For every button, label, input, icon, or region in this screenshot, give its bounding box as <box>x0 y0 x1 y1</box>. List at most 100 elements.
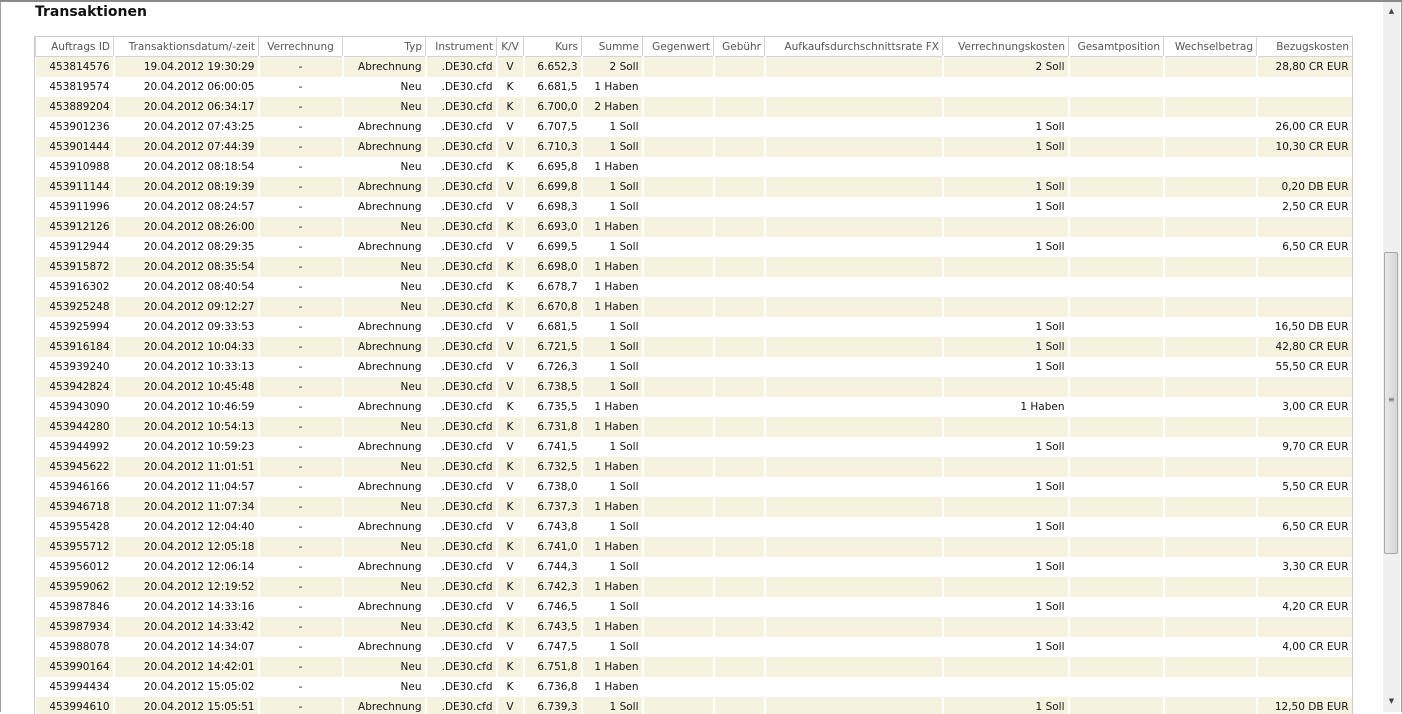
cell-exchange-amount <box>1164 457 1257 477</box>
column-header-datetime[interactable]: Transaktionsdatum/-zeit <box>114 37 259 57</box>
cell-settlement: - <box>259 357 343 377</box>
table-row[interactable]: 45391630220.04.2012 08:40:54-Neu.DE30.cf… <box>36 277 1353 297</box>
cell-exchange-amount <box>1164 637 1257 657</box>
table-row[interactable]: 45394282420.04.2012 10:45:48-Neu.DE30.cf… <box>36 377 1353 397</box>
column-header-counter-value[interactable]: Gegenwert <box>643 37 714 57</box>
table-row[interactable]: 45394671820.04.2012 11:07:34-Neu.DE30.cf… <box>36 497 1353 517</box>
table-row[interactable]: 45393924020.04.2012 10:33:13-Abrechnung.… <box>36 357 1353 377</box>
cell-order-id: 453990164 <box>36 657 114 677</box>
cell-fee <box>714 137 765 157</box>
column-header-settlement[interactable]: Verrechnung <box>259 37 343 57</box>
table-row[interactable]: 45398793420.04.2012 14:33:42-Neu.DE30.cf… <box>36 617 1353 637</box>
column-header-buy-sell[interactable]: K/V <box>497 37 524 57</box>
cell-purchase-costs <box>1257 657 1353 677</box>
cell-settlement-costs: 1 Soll <box>943 597 1069 617</box>
column-header-fee[interactable]: Gebühr <box>714 37 765 57</box>
column-header-purchase-costs[interactable]: Bezugskosten <box>1257 37 1353 57</box>
cell-datetime: 20.04.2012 10:45:48 <box>114 377 259 397</box>
table-row[interactable]: 45391294420.04.2012 08:29:35-Abrechnung.… <box>36 237 1353 257</box>
column-header-instrument[interactable]: Instrument <box>426 37 497 57</box>
table-row[interactable]: 45391587220.04.2012 08:35:54-Neu.DE30.cf… <box>36 257 1353 277</box>
table-row[interactable]: 45392524820.04.2012 09:12:27-Neu.DE30.cf… <box>36 297 1353 317</box>
table-row[interactable]: 45399443420.04.2012 15:05:02-Neu.DE30.cf… <box>36 677 1353 697</box>
table-row[interactable]: 45391114420.04.2012 08:19:39-Abrechnung.… <box>36 177 1353 197</box>
table-row[interactable]: 45399016420.04.2012 14:42:01-Neu.DE30.cf… <box>36 657 1353 677</box>
cell-datetime: 20.04.2012 10:54:13 <box>114 417 259 437</box>
cell-instrument: .DE30.cfd <box>426 377 497 397</box>
table-row[interactable]: 45381457619.04.2012 19:30:29-Abrechnung.… <box>36 57 1353 78</box>
cell-exchange-amount <box>1164 477 1257 497</box>
cell-purchase-costs: 4,20 CR EUR <box>1257 597 1353 617</box>
table-row[interactable]: 45391212620.04.2012 08:26:00-Neu.DE30.cf… <box>36 217 1353 237</box>
cell-instrument: .DE30.cfd <box>426 357 497 377</box>
column-header-exchange-amount[interactable]: Wechselbetrag <box>1164 37 1257 57</box>
vertical-scrollbar[interactable]: ▲ ≡ ▼ <box>1383 2 1400 712</box>
table-row[interactable]: 45394616620.04.2012 11:04:57-Abrechnung.… <box>36 477 1353 497</box>
cell-fee <box>714 517 765 537</box>
table-row[interactable]: 45399461020.04.2012 15:05:51-Abrechnung.… <box>36 697 1353 714</box>
column-header-rate[interactable]: Kurs <box>524 37 582 57</box>
cell-exchange-amount <box>1164 677 1257 697</box>
cell-buy-sell: K <box>497 657 524 677</box>
cell-sum: 1 Soll <box>582 437 643 457</box>
cell-sum: 1 Haben <box>582 617 643 637</box>
cell-order-id: 453955428 <box>36 517 114 537</box>
cell-counter-value <box>643 117 714 137</box>
cell-rate: 6.681,5 <box>524 77 582 97</box>
column-header-type[interactable]: Typ <box>343 37 426 57</box>
table-row[interactable]: 45390123620.04.2012 07:43:25-Abrechnung.… <box>36 117 1353 137</box>
cell-settlement: - <box>259 237 343 257</box>
table-row[interactable]: 45390144420.04.2012 07:44:39-Abrechnung.… <box>36 137 1353 157</box>
cell-instrument: .DE30.cfd <box>426 117 497 137</box>
table-row[interactable]: 45395601220.04.2012 12:06:14-Abrechnung.… <box>36 557 1353 577</box>
cell-type: Abrechnung <box>343 517 426 537</box>
column-header-sum[interactable]: Summe <box>582 37 643 57</box>
table-row[interactable]: 45391199620.04.2012 08:24:57-Abrechnung.… <box>36 197 1353 217</box>
arrow-up-icon[interactable]: ▲ <box>1383 4 1400 18</box>
column-header-order-id[interactable]: Auftrags ID <box>36 37 114 57</box>
cell-settlement-costs: 1 Soll <box>943 637 1069 657</box>
cell-purchase-costs <box>1257 577 1353 597</box>
cell-total-position <box>1069 637 1164 657</box>
cell-rate: 6.743,5 <box>524 617 582 637</box>
cell-instrument: .DE30.cfd <box>426 217 497 237</box>
table-row[interactable]: 45394428020.04.2012 10:54:13-Neu.DE30.cf… <box>36 417 1353 437</box>
cell-fee <box>714 77 765 97</box>
cell-fee <box>714 477 765 497</box>
cell-fee <box>714 457 765 477</box>
cell-instrument: .DE30.cfd <box>426 97 497 117</box>
table-row[interactable]: 45394309020.04.2012 10:46:59-Abrechnung.… <box>36 397 1353 417</box>
cell-sum: 2 Haben <box>582 97 643 117</box>
column-header-total-position[interactable]: Gesamtposition <box>1069 37 1164 57</box>
table-row[interactable]: 45381957420.04.2012 06:00:05-Neu.DE30.cf… <box>36 77 1353 97</box>
table-row[interactable]: 45391618420.04.2012 10:04:33-Abrechnung.… <box>36 337 1353 357</box>
table-row[interactable]: 45398807820.04.2012 14:34:07-Abrechnung.… <box>36 637 1353 657</box>
table-row[interactable]: 45394499220.04.2012 10:59:23-Abrechnung.… <box>36 437 1353 457</box>
table-row[interactable]: 45395542820.04.2012 12:04:40-Abrechnung.… <box>36 517 1353 537</box>
cell-instrument: .DE30.cfd <box>426 497 497 517</box>
arrow-down-icon[interactable]: ▼ <box>1383 694 1400 708</box>
column-header-avg-fx-rate[interactable]: Aufkaufsdurchschnittsrate FX <box>765 37 943 57</box>
cell-type: Neu <box>343 217 426 237</box>
scrollbar-thumb[interactable]: ≡ <box>1384 252 1398 554</box>
cell-total-position <box>1069 537 1164 557</box>
cell-order-id: 453988078 <box>36 637 114 657</box>
column-header-settlement-costs[interactable]: Verrechnungskosten <box>943 37 1069 57</box>
table-row[interactable]: 45391098820.04.2012 08:18:54-Neu.DE30.cf… <box>36 157 1353 177</box>
table-row[interactable]: 45394562220.04.2012 11:01:51-Neu.DE30.cf… <box>36 457 1353 477</box>
table-row[interactable]: 45395906220.04.2012 12:19:52-Neu.DE30.cf… <box>36 577 1353 597</box>
table-row[interactable]: 45395571220.04.2012 12:05:18-Neu.DE30.cf… <box>36 537 1353 557</box>
table-row[interactable]: 45392599420.04.2012 09:33:53-Abrechnung.… <box>36 317 1353 337</box>
cell-order-id: 453901444 <box>36 137 114 157</box>
cell-settlement: - <box>259 197 343 217</box>
cell-order-id: 453944280 <box>36 417 114 437</box>
table-row[interactable]: 45398784620.04.2012 14:33:16-Abrechnung.… <box>36 597 1353 617</box>
cell-rate: 6.731,8 <box>524 417 582 437</box>
cell-instrument: .DE30.cfd <box>426 457 497 477</box>
table-row[interactable]: 45388920420.04.2012 06:34:17-Neu.DE30.cf… <box>36 97 1353 117</box>
cell-settlement: - <box>259 77 343 97</box>
cell-type: Abrechnung <box>343 317 426 337</box>
cell-buy-sell: K <box>497 537 524 557</box>
cell-type: Abrechnung <box>343 437 426 457</box>
cell-counter-value <box>643 637 714 657</box>
